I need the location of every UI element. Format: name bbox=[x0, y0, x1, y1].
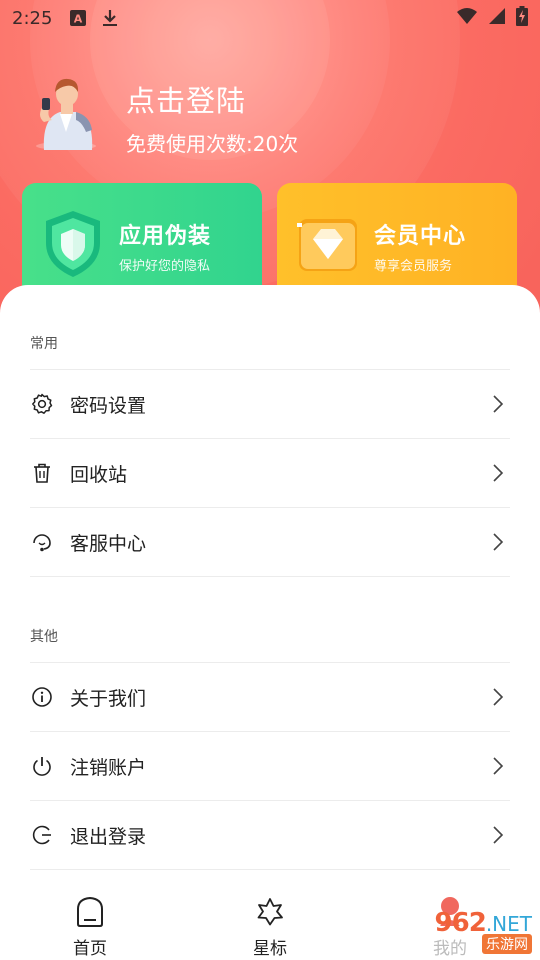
menu-item-customer-service[interactable]: 客服中心 bbox=[30, 507, 510, 576]
tab-home[interactable]: 首页 bbox=[45, 896, 135, 959]
menu-item-label: 关于我们 bbox=[70, 687, 147, 710]
tab-label: 首页 bbox=[73, 939, 107, 959]
watermark-domain: .NET bbox=[485, 912, 532, 936]
menu-item-label: 退出登录 bbox=[70, 825, 147, 848]
menu-item-logout[interactable]: 退出登录 bbox=[30, 800, 510, 869]
menu-item-recycle-bin[interactable]: 回收站 bbox=[30, 438, 510, 507]
login-prompt[interactable]: 点击登陆 bbox=[126, 78, 298, 120]
svg-text:A: A bbox=[74, 13, 83, 26]
wifi-icon bbox=[456, 7, 478, 30]
watermark-subtitle: 乐游网 bbox=[482, 934, 532, 954]
chevron-right-icon bbox=[492, 825, 504, 845]
card-title: 会员中心 bbox=[374, 224, 467, 249]
menu-item-about-us[interactable]: 关于我们 bbox=[30, 662, 510, 731]
list-divider bbox=[30, 869, 510, 870]
tab-label: 星标 bbox=[253, 939, 287, 959]
download-icon bbox=[102, 9, 118, 27]
menu-item-label: 回收站 bbox=[70, 463, 128, 486]
chevron-right-icon bbox=[492, 394, 504, 414]
menu-item-delete-account[interactable]: 注销账户 bbox=[30, 731, 510, 800]
avatar bbox=[30, 72, 104, 152]
menu-item-label: 客服中心 bbox=[70, 532, 147, 555]
chevron-right-icon bbox=[492, 687, 504, 707]
card-title: 应用伪装 bbox=[119, 224, 212, 249]
battery-charging-icon bbox=[516, 5, 528, 31]
usage-count: 免费使用次数:20次 bbox=[126, 132, 299, 156]
star-icon bbox=[255, 896, 285, 928]
shield-icon bbox=[40, 209, 106, 279]
chevron-right-icon bbox=[492, 463, 504, 483]
chevron-right-icon bbox=[492, 532, 504, 552]
home-icon bbox=[75, 896, 105, 928]
section-label-other: 其他 bbox=[30, 629, 58, 645]
gear-icon bbox=[31, 393, 53, 415]
tab-starred[interactable]: 星标 bbox=[225, 896, 315, 959]
diamond-icon bbox=[295, 209, 361, 279]
status-bar: 2:25 A bbox=[0, 0, 540, 36]
card-subtitle: 尊享会员服务 bbox=[374, 259, 453, 274]
menu-item-label: 注销账户 bbox=[70, 756, 147, 779]
site-watermark: 962.NET 乐游网 bbox=[402, 908, 532, 954]
card-subtitle: 保护好您的隐私 bbox=[119, 259, 211, 274]
logout-icon bbox=[31, 824, 53, 846]
login-area[interactable]: 点击登陆 免费使用次数:20次 bbox=[30, 72, 298, 157]
power-icon bbox=[31, 755, 53, 777]
section-label-common: 常用 bbox=[30, 336, 58, 352]
watermark-number: 962 bbox=[434, 908, 487, 938]
headset-icon bbox=[31, 531, 53, 553]
signal-icon bbox=[488, 7, 506, 30]
status-time: 2:25 bbox=[12, 7, 53, 29]
menu-item-password-settings[interactable]: 密码设置 bbox=[30, 369, 510, 438]
trash-icon bbox=[31, 462, 53, 484]
section-divider bbox=[30, 576, 510, 577]
font-notification-icon: A bbox=[70, 10, 87, 26]
chevron-right-icon bbox=[492, 756, 504, 776]
menu-item-label: 密码设置 bbox=[70, 394, 147, 417]
info-icon bbox=[31, 686, 53, 708]
